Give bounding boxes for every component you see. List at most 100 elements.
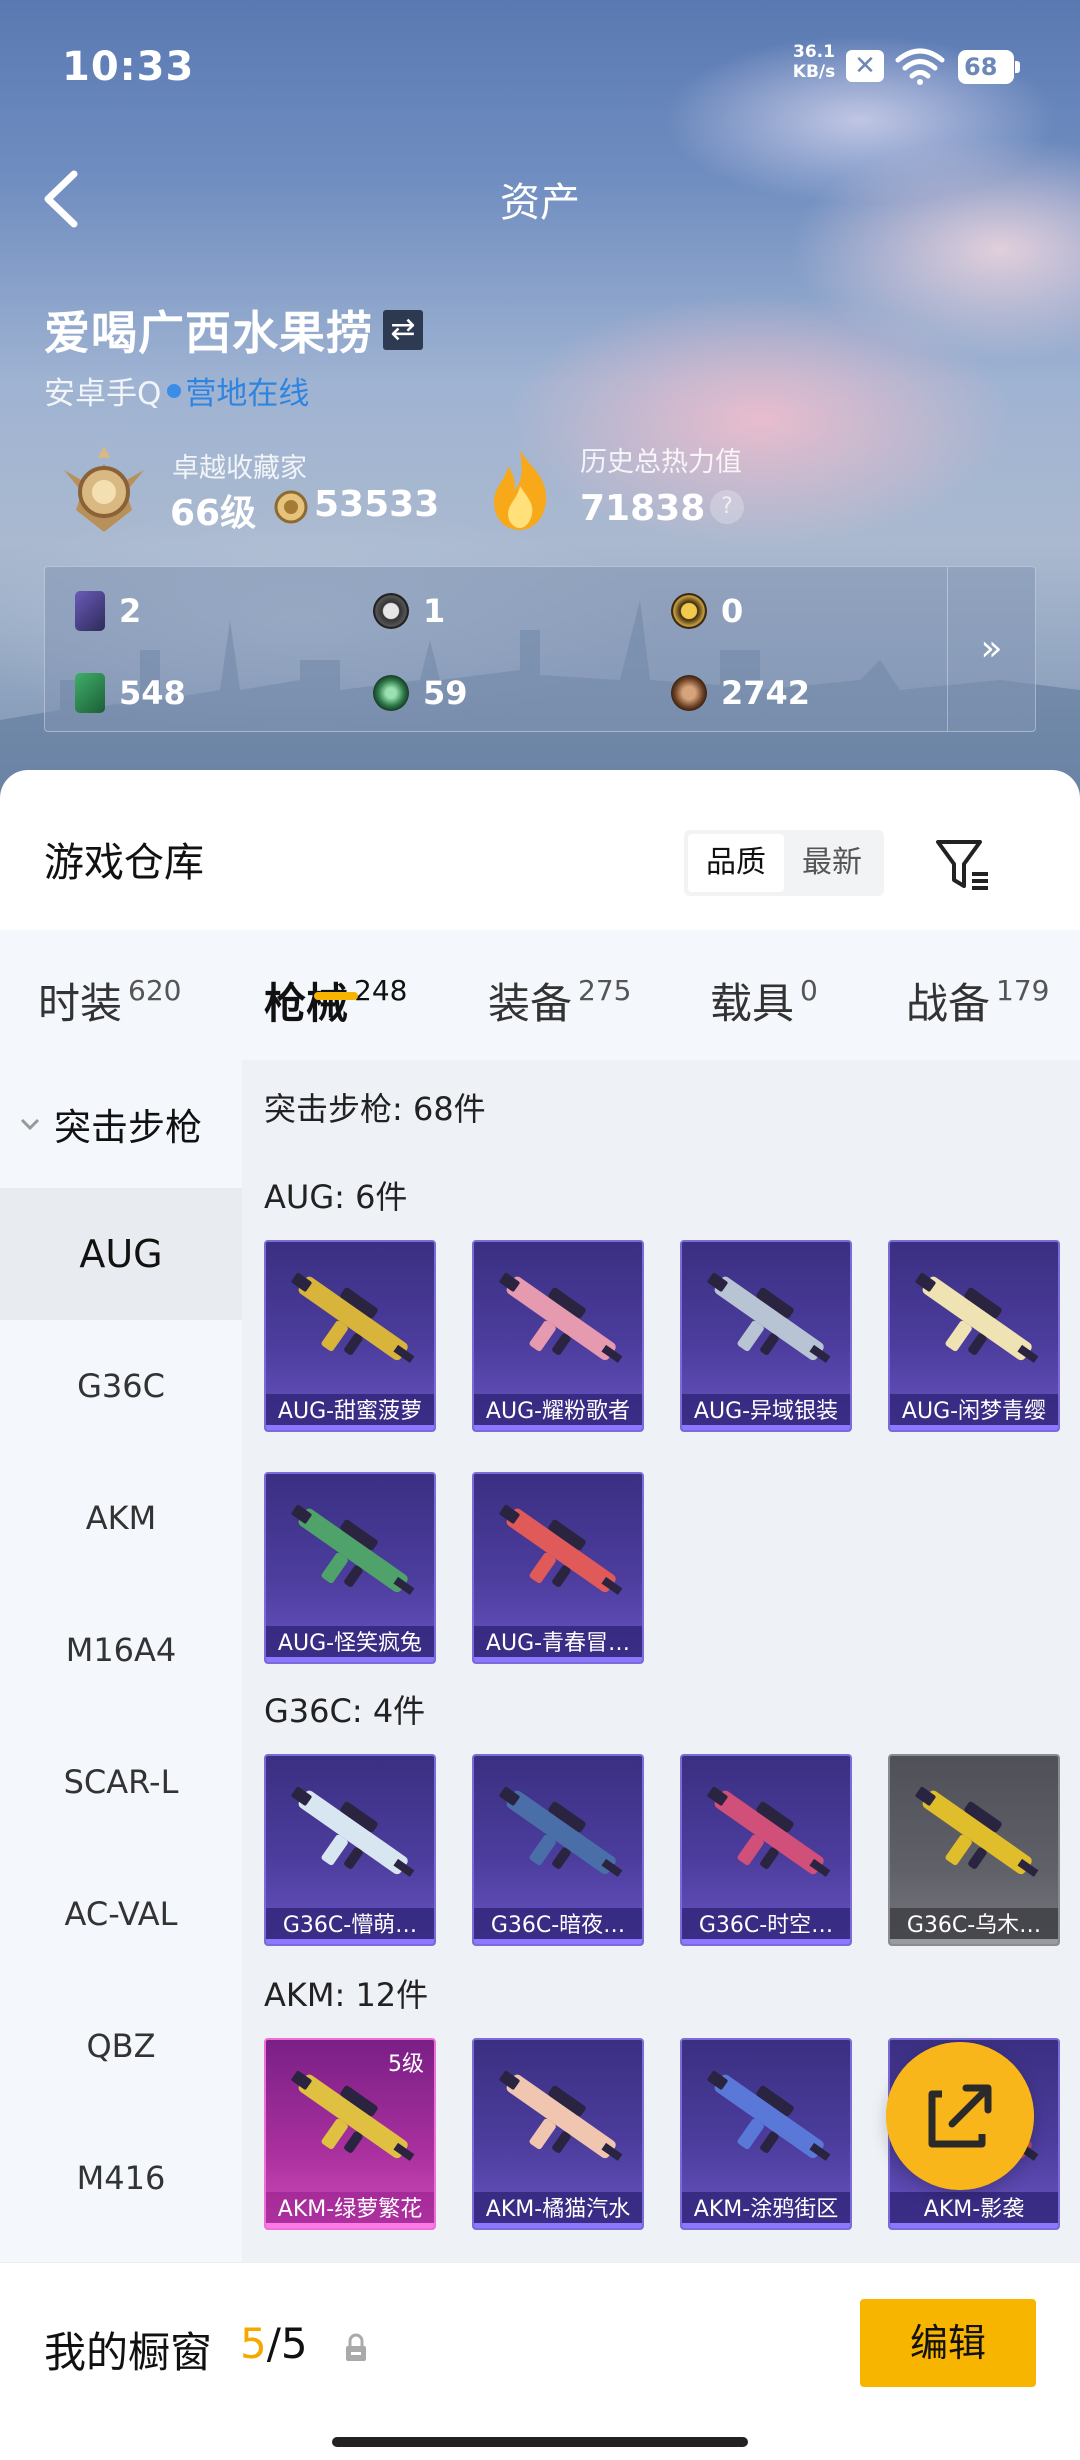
online-dot-icon xyxy=(167,383,182,398)
weapon-grid: 突击步枪: 68件 AUG: 6件 AUG-甜蜜菠萝 AUG-耀粉歌者 AUG-… xyxy=(242,1060,1080,2460)
tab-label: 装备 xyxy=(488,979,573,1028)
bronze-coin-icon xyxy=(671,675,707,711)
server-name: 安卓手Q xyxy=(44,376,162,412)
no-sim-icon: ✕ xyxy=(846,50,884,82)
gold-coin-icon xyxy=(671,593,707,629)
tab-firearms[interactable]: 枪械 248 xyxy=(264,970,407,1031)
sidebar-item-g36c[interactable]: G36C xyxy=(0,1320,242,1452)
asset-stats-panel: 2 1 0 548 59 2742 » xyxy=(44,566,1036,732)
collector-title: 卓越收藏家 xyxy=(172,453,307,484)
tab-vehicles[interactable]: 载具 0 xyxy=(710,970,818,1031)
wifi-icon xyxy=(895,48,945,85)
section-title-g36c: G36C: 4件 xyxy=(264,1692,426,1730)
sidebar-item-qbz[interactable]: QBZ xyxy=(0,1980,242,2112)
collector-points: 53533 xyxy=(314,484,440,525)
green-card-icon xyxy=(75,673,105,713)
sort-toggle: 品质 最新 xyxy=(684,830,884,896)
sidebar-item-m16a4[interactable]: M16A4 xyxy=(0,1584,242,1716)
chevron-down-icon xyxy=(20,1118,40,1131)
sidebar-item-aug[interactable]: AUG xyxy=(0,1188,242,1320)
stat-item: 2 xyxy=(75,589,141,633)
weapon-card[interactable]: AKM-涂鸦街区 xyxy=(680,2038,852,2230)
weapon-card[interactable]: G36C-暗夜… xyxy=(472,1754,644,1946)
collector-coin-icon xyxy=(274,490,308,524)
network-speed-value: 36.1 xyxy=(793,42,835,62)
rifle-icon xyxy=(499,1272,623,1363)
weapon-card-label: AKM-涂鸦街区 xyxy=(682,2192,850,2228)
weapon-card-label: AUG-青春冒… xyxy=(474,1626,642,1662)
rifle-icon xyxy=(291,1786,415,1877)
weapon-card-label: AUG-甜蜜菠萝 xyxy=(266,1394,434,1430)
sidebar-item-scar-l[interactable]: SCAR-L xyxy=(0,1716,242,1848)
tab-supplies[interactable]: 战备 179 xyxy=(906,970,1049,1031)
sidebar-item-akm[interactable]: AKM xyxy=(0,1452,242,1584)
showcase-count-total: /5 xyxy=(266,2319,308,2368)
sidebar-item-ac-val[interactable]: AC-VAL xyxy=(0,1848,242,1980)
filter-icon[interactable] xyxy=(934,836,992,894)
stat-value: 548 xyxy=(119,674,186,712)
showcase-bar: 我的橱窗 5/5 编辑 xyxy=(0,2262,1080,2460)
showcase-label: 我的橱窗 xyxy=(44,2328,213,2377)
tab-count: 179 xyxy=(996,974,1050,1007)
weapon-card[interactable]: G36C-懵萌… xyxy=(264,1754,436,1946)
weapon-card[interactable]: AUG-闲梦青缨 xyxy=(888,1240,1060,1432)
network-speed-unit: KB/s xyxy=(792,62,836,82)
switch-account-icon[interactable]: ⇄ xyxy=(383,310,423,350)
weapon-card[interactable]: AUG-怪笑疯兔 xyxy=(264,1472,436,1664)
weapon-card[interactable]: AKM-橘猫汽水 xyxy=(472,2038,644,2230)
weapon-card[interactable]: AUG-异域银装 xyxy=(680,1240,852,1432)
stats-more-button[interactable]: » xyxy=(947,567,1035,731)
stat-item: 1 xyxy=(373,589,445,633)
tab-fashion[interactable]: 时装 620 xyxy=(38,970,181,1031)
weapon-card-label: AKM-绿萝繁花 xyxy=(266,2192,434,2228)
sort-quality-option[interactable]: 品质 xyxy=(688,834,784,892)
collector-badge-icon xyxy=(64,446,144,532)
section-title-akm: AKM: 12件 xyxy=(264,1976,429,2014)
status-bar: 10:33 36.1 KB/s ✕ 68 xyxy=(0,0,1080,130)
rifle-icon xyxy=(707,1786,831,1877)
sort-newest-option[interactable]: 最新 xyxy=(784,834,880,892)
warehouse-sheet: 游戏仓库 品质 最新 时装 620 枪械 248 装备 275 载具 0 战备 xyxy=(0,770,1080,2460)
category-tabs: 时装 620 枪械 248 装备 275 载具 0 战备 179 xyxy=(0,930,1080,1060)
edit-showcase-button[interactable]: 编辑 xyxy=(860,2299,1036,2387)
green-gem-icon xyxy=(373,675,409,711)
section-title-aug: AUG: 6件 xyxy=(264,1178,408,1216)
rifle-icon xyxy=(499,1786,623,1877)
weapon-card-label: AUG-闲梦青缨 xyxy=(890,1394,1058,1430)
rifle-icon xyxy=(707,2070,831,2161)
weapon-card[interactable]: AUG-甜蜜菠萝 xyxy=(264,1240,436,1432)
stat-item: 0 xyxy=(671,589,743,633)
online-status: 营地在线 xyxy=(185,376,310,412)
weapon-card[interactable]: AUG-耀粉歌者 xyxy=(472,1240,644,1432)
server-row: 安卓手Q 营地在线 xyxy=(44,368,309,413)
weapon-card[interactable]: AUG-青春冒… xyxy=(472,1472,644,1664)
battery-icon: 68 xyxy=(958,50,1020,84)
rifle-icon xyxy=(499,1504,623,1595)
warehouse-title: 游戏仓库 xyxy=(44,840,204,886)
weapon-card[interactable]: G36C-乌木… xyxy=(888,1754,1060,1946)
weapon-level-badge: 5级 xyxy=(388,2052,424,2077)
help-icon[interactable]: ? xyxy=(710,490,744,524)
network-speed: 36.1 KB/s xyxy=(786,42,842,82)
username: 爱喝广西水果捞 xyxy=(44,306,373,360)
tab-label: 枪械 xyxy=(264,979,349,1028)
home-indicator xyxy=(332,2437,748,2447)
tab-equipment[interactable]: 装备 275 xyxy=(488,970,631,1031)
tab-label: 时装 xyxy=(38,979,123,1028)
rifle-icon xyxy=(291,1272,415,1363)
weapon-card-label: AUG-耀粉歌者 xyxy=(474,1394,642,1430)
username-row: 爱喝广西水果捞 ⇄ xyxy=(44,300,423,360)
weapon-card-label: G36C-乌木… xyxy=(890,1908,1058,1944)
weapon-sidebar: 突击步枪 AUG G36C AKM M16A4 SCAR-L AC-VAL QB… xyxy=(0,1060,242,2460)
weapon-card[interactable]: G36C-时空… xyxy=(680,1754,852,1946)
sidebar-item-m416[interactable]: M416 xyxy=(0,2112,242,2244)
warehouse-header: 游戏仓库 品质 最新 xyxy=(0,770,1080,930)
weapon-card[interactable]: 5级 AKM-绿萝繁花 xyxy=(264,2038,436,2230)
tab-count: 248 xyxy=(354,974,408,1007)
weapon-card-label: AUG-异域银装 xyxy=(682,1394,850,1430)
flame-icon xyxy=(494,450,547,530)
sidebar-category-assault-rifle[interactable]: 突击步枪 xyxy=(0,1060,242,1188)
share-fab-button[interactable] xyxy=(886,2042,1034,2190)
sidebar-category-label: 突击步枪 xyxy=(54,1106,202,1149)
rifle-icon xyxy=(707,1272,831,1363)
